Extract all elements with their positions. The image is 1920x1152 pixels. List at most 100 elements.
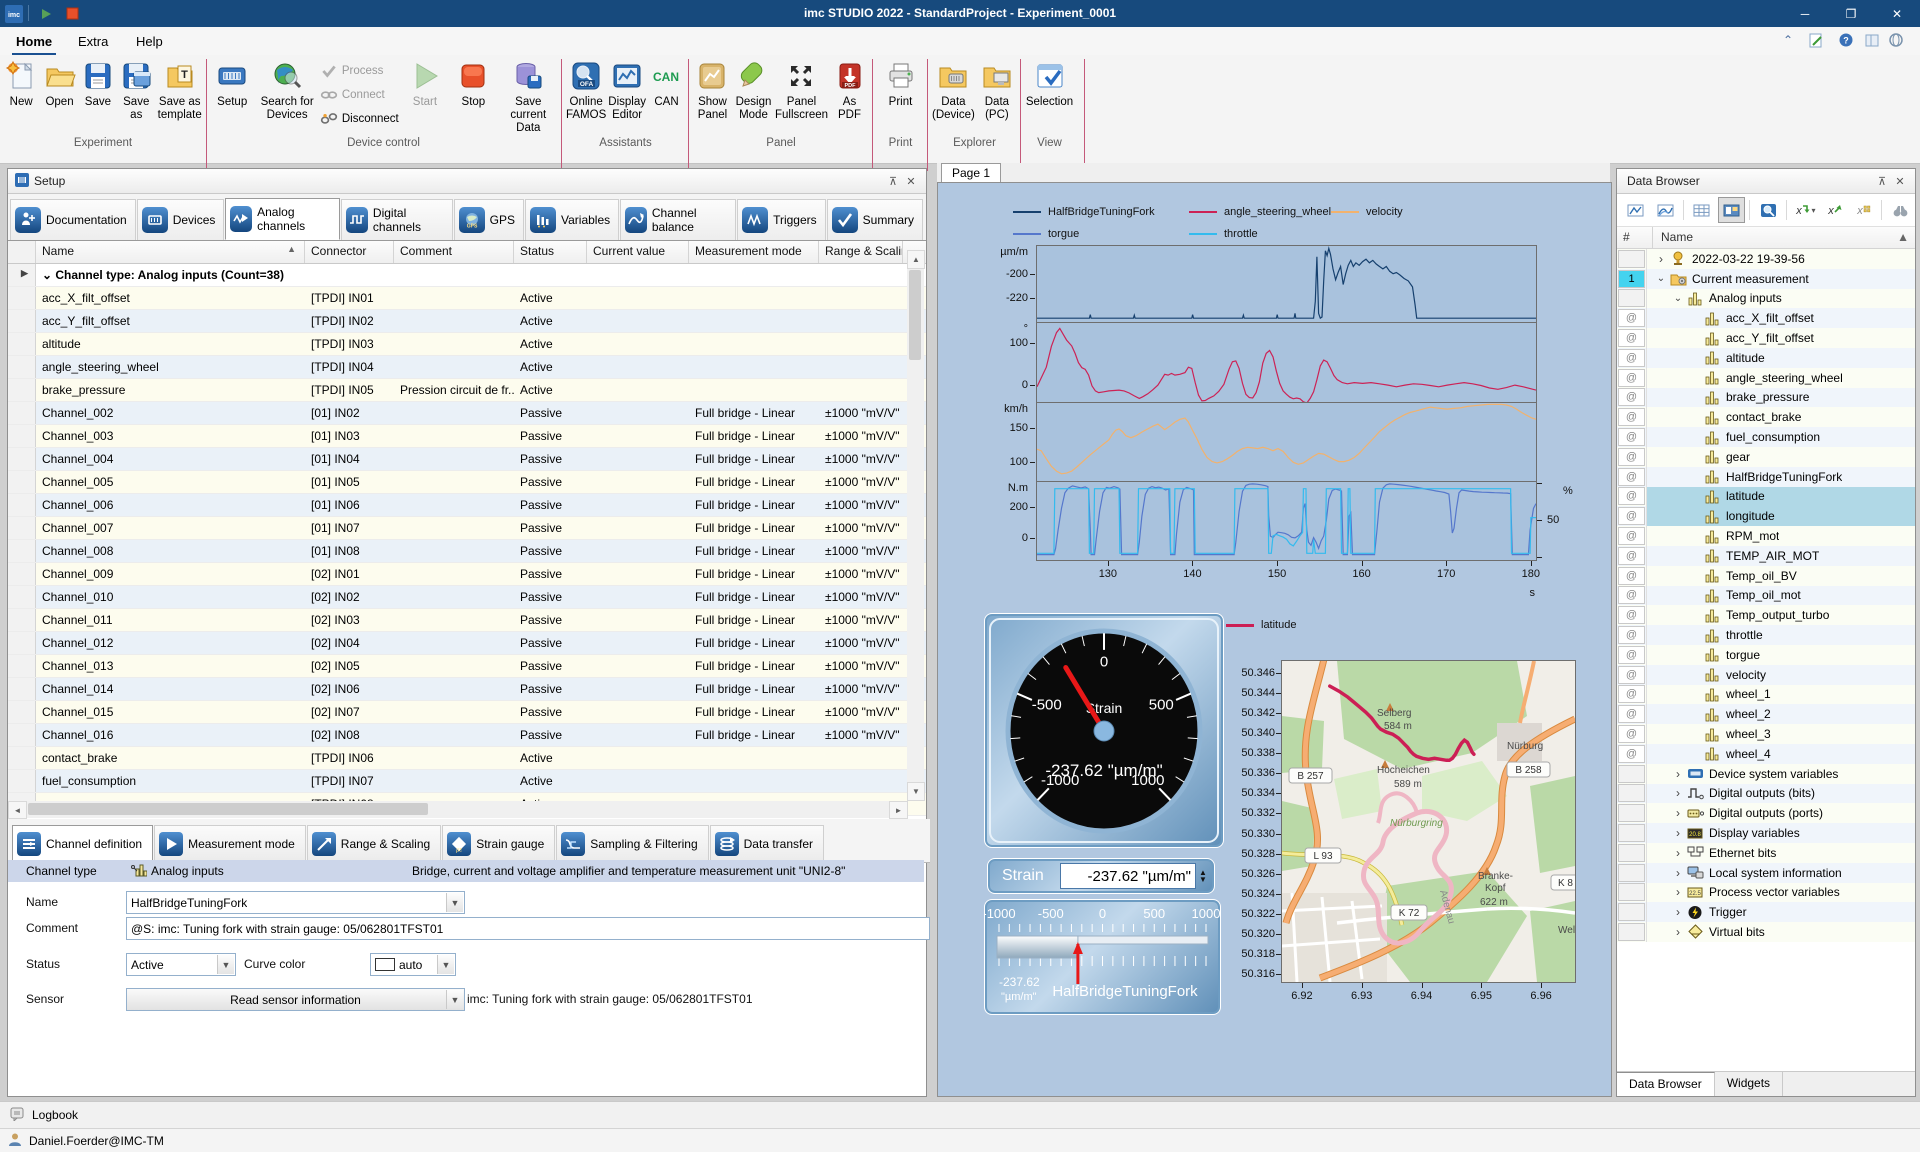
- tree-row-fuel-consumption[interactable]: @fuel_consumption: [1617, 427, 1915, 447]
- data-device-folder-button[interactable]: Data (Device): [932, 57, 975, 122]
- table-row[interactable]: Channel_009[02] IN01PassiveFull bridge -…: [8, 563, 926, 586]
- setup-tab-digital-channels[interactable]: Digital channels: [341, 199, 452, 240]
- chart-subplot-1[interactable]: [1036, 322, 1537, 404]
- table-row[interactable]: acc_X_filt_offset[TPDI] IN01Active: [8, 287, 926, 310]
- chevron-right-icon[interactable]: ›: [1672, 905, 1684, 919]
- tree-row-latitude[interactable]: @latitude: [1617, 487, 1915, 507]
- read-sensor-information-button[interactable]: Read sensor information▼: [126, 988, 465, 1011]
- table-vertical-scrollbar[interactable]: ▲ ▼: [907, 250, 924, 801]
- detail-tab-measurement-mode[interactable]: Measurement mode: [154, 825, 306, 862]
- collapse-ribbon-icon[interactable]: ⌃: [1778, 33, 1798, 50]
- table-row[interactable]: brake_pressure[TPDI] IN05Pression circui…: [8, 379, 926, 402]
- display-editor-button[interactable]: Display Editor: [608, 57, 646, 122]
- save-floppy-button[interactable]: Save: [80, 57, 116, 109]
- table-row[interactable]: contact_brake[TPDI] IN06Active: [8, 747, 926, 770]
- tree-row-gear[interactable]: @gear: [1617, 447, 1915, 467]
- setup-tab-variables[interactable]: Variables: [525, 199, 619, 240]
- table-row[interactable]: Channel_015[02] IN07PassiveFull bridge -…: [8, 701, 926, 724]
- zoom-view-icon[interactable]: [1754, 197, 1782, 223]
- column-header-current-value[interactable]: Current value: [587, 241, 689, 263]
- close-button[interactable]: ✕: [1874, 0, 1920, 27]
- tree-row-trigger[interactable]: ›Trigger: [1617, 902, 1915, 922]
- tree-row-longitude[interactable]: @longitude: [1617, 506, 1915, 526]
- table-header-row[interactable]: Name ▲ConnectorCommentStatusCurrent valu…: [8, 241, 926, 264]
- setup-tab-documentation[interactable]: Documentation: [10, 199, 136, 240]
- setup-device-button[interactable]: Setup: [209, 57, 255, 109]
- new-document-button[interactable]: New: [3, 57, 39, 109]
- data-pc-folder-button[interactable]: Data (PC): [977, 57, 1017, 122]
- setup-tab-summary[interactable]: Summary: [827, 199, 923, 240]
- map-widget[interactable]: Selberg584 mNürburgHocheichen589 mBranke…: [1281, 660, 1576, 983]
- status-combo[interactable]: Active▼: [126, 953, 236, 976]
- chevron-right-icon[interactable]: ›: [1672, 806, 1684, 820]
- setup-tab-channel-balance[interactable]: Channel balance: [620, 199, 736, 240]
- chevron-right-icon[interactable]: ›: [1672, 866, 1684, 880]
- search-devices-button[interactable]: Search for Devices: [257, 57, 316, 122]
- open-folder-button[interactable]: Open: [41, 57, 77, 109]
- name-combo[interactable]: HalfBridgeTuningFork▼: [126, 891, 465, 914]
- table-row[interactable]: Channel_005[01] IN05PassiveFull bridge -…: [8, 471, 926, 494]
- table-row[interactable]: Channel_007[01] IN07PassiveFull bridge -…: [8, 517, 926, 540]
- table-row[interactable]: Channel_014[02] IN06PassiveFull bridge -…: [8, 678, 926, 701]
- tree-row-temp-air-mot[interactable]: @TEMP_AIR_MOT: [1617, 546, 1915, 566]
- tree-row-2022-03-22-19-39-56[interactable]: ›2022-03-22 19-39-56: [1617, 249, 1915, 269]
- globe-icon[interactable]: [1886, 33, 1906, 50]
- table-row[interactable]: Channel_002[01] IN02PassiveFull bridge -…: [8, 402, 926, 425]
- detail-tab-channel-definition[interactable]: Channel definition: [12, 825, 153, 862]
- close-panel-icon[interactable]: ✕: [1891, 175, 1909, 188]
- edit-note-icon[interactable]: [1806, 33, 1826, 50]
- table-row[interactable]: Channel_010[02] IN02PassiveFull bridge -…: [8, 586, 926, 609]
- chevron-right-icon[interactable]: ›: [1672, 767, 1684, 781]
- column-header-range-scaling[interactable]: Range & Scaling: [819, 241, 903, 263]
- chevron-right-icon[interactable]: ›: [1672, 885, 1684, 899]
- setup-tab-analog-channels[interactable]: Analog channels: [225, 198, 340, 240]
- table-row[interactable]: fuel_consumption[TPDI] IN07Active: [8, 770, 926, 793]
- chart-subplot-0[interactable]: [1036, 245, 1537, 324]
- tab-page-1[interactable]: Page 1: [941, 163, 1001, 184]
- tree-row-contact-brake[interactable]: @contact_brake: [1617, 407, 1915, 427]
- as-pdf-button[interactable]: PDFAs PDF: [830, 57, 869, 122]
- tree-row-throttle[interactable]: @throttle: [1617, 625, 1915, 645]
- tab-widgets[interactable]: Widgets: [1715, 1072, 1783, 1096]
- tree-row-analog-inputs[interactable]: ⌄Analog inputs: [1617, 289, 1915, 309]
- tree-row-torgue[interactable]: @torgue: [1617, 645, 1915, 665]
- tree-row-virtual-bits[interactable]: ›Virtual bits: [1617, 922, 1915, 942]
- chevron-down-icon[interactable]: ▼: [217, 955, 234, 974]
- tree-row-acc-y-filt-offset[interactable]: @acc_Y_filt_offset: [1617, 328, 1915, 348]
- tree-row-ethernet-bits[interactable]: ›Ethernet bits: [1617, 843, 1915, 863]
- tree-row-wheel-1[interactable]: @wheel_1: [1617, 685, 1915, 705]
- chevron-down-icon[interactable]: ⌄: [1672, 293, 1684, 304]
- help-icon[interactable]: ?: [1836, 33, 1856, 50]
- tree-row-halfbridgetuningfork[interactable]: @HalfBridgeTuningFork: [1617, 467, 1915, 487]
- chevron-right-icon[interactable]: ›: [1672, 786, 1684, 800]
- tree-row-velocity[interactable]: @velocity: [1617, 665, 1915, 685]
- tree-row-wheel-4[interactable]: @wheel_4: [1617, 744, 1915, 764]
- chevron-right-icon[interactable]: ›: [1655, 252, 1667, 266]
- pin-icon[interactable]: ⊼: [884, 175, 902, 188]
- tree-row-display-variables[interactable]: ›20.8Display variables: [1617, 823, 1915, 843]
- strain-round-gauge-widget[interactable]: -1000-50005001000Strain-237.62 "µm/m": [984, 613, 1224, 848]
- chart-subplot-3[interactable]: [1036, 481, 1537, 561]
- stop-square-button[interactable]: Stop: [450, 57, 496, 109]
- show-panel-button[interactable]: Show Panel: [693, 57, 732, 122]
- curve-window-2-icon[interactable]: [1652, 197, 1680, 223]
- curve-window-icon[interactable]: [1622, 197, 1650, 223]
- table-horizontal-scrollbar[interactable]: ◄ ►: [8, 801, 908, 818]
- chevron-right-icon[interactable]: ›: [1672, 925, 1684, 939]
- design-pencil-button[interactable]: Design Mode: [734, 57, 773, 122]
- tree-row-process-vector-variables[interactable]: ›22.5Process vector variables: [1617, 883, 1915, 903]
- column-header-name[interactable]: Name ▲: [36, 241, 305, 263]
- group-row-analog-inputs[interactable]: ▶⌄ Channel type: Analog inputs (Count=38…: [8, 264, 926, 287]
- column-header-connector[interactable]: Connector: [305, 241, 394, 263]
- chevron-right-icon[interactable]: ›: [1672, 826, 1684, 840]
- table-row[interactable]: Channel_006[01] IN06PassiveFull bridge -…: [8, 494, 926, 517]
- tree-row-current-measurement[interactable]: 1⌄Current measurement: [1617, 269, 1915, 289]
- x-new-icon[interactable]: x: [1850, 197, 1878, 223]
- detail-tab-strain-gauge[interactable]: µεStrain gauge: [442, 825, 555, 862]
- tab-home[interactable]: Home: [12, 31, 56, 56]
- tree-row-wheel-2[interactable]: @wheel_2: [1617, 704, 1915, 724]
- strain-value-field[interactable]: -237.62 "µm/m": [1060, 863, 1196, 889]
- x-export-icon[interactable]: x: [1820, 197, 1848, 223]
- layout-icon[interactable]: [1862, 33, 1882, 50]
- tab-data-browser[interactable]: Data Browser: [1617, 1072, 1715, 1096]
